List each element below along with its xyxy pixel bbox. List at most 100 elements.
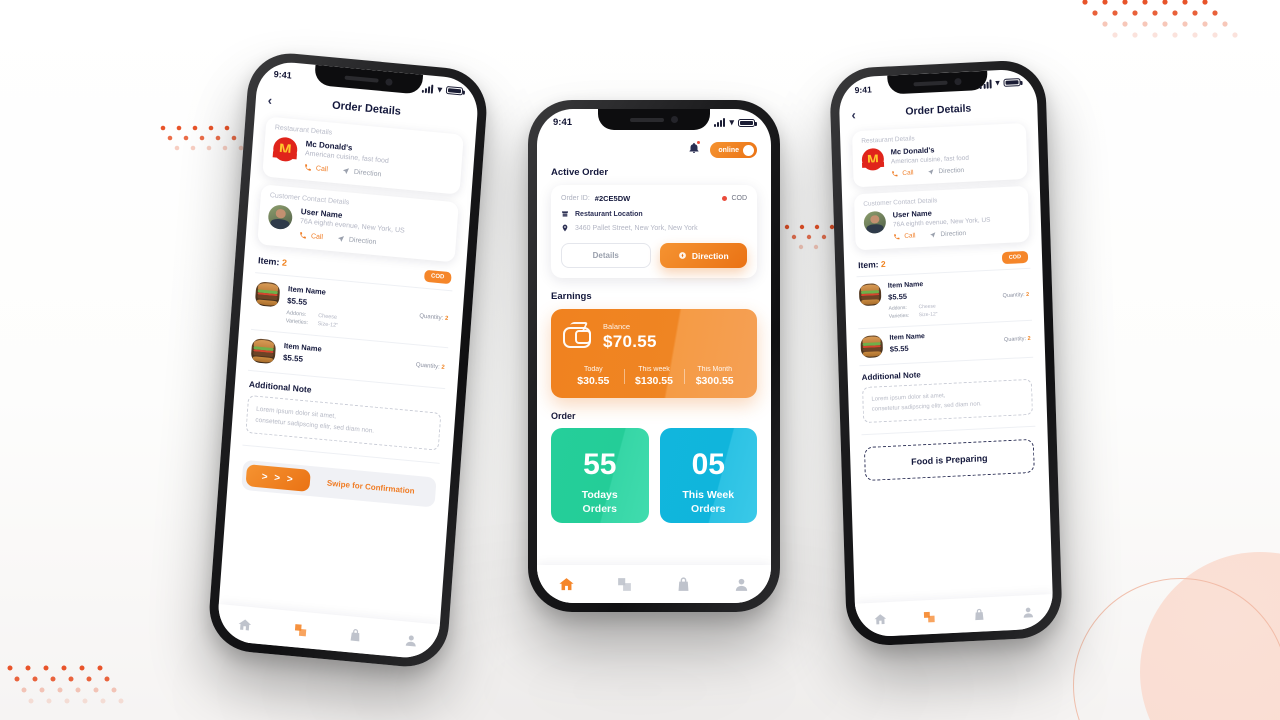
earnings-today-value: $30.55 (577, 375, 610, 387)
earnings-month: This Month $300.55 (684, 366, 745, 387)
restaurant-direction-button[interactable]: Direction (342, 167, 382, 179)
status-time: 9:41 (273, 68, 293, 81)
phone-left-order-details: 9:41 ▾ ‹ Order Details Restaurant Detail… (206, 49, 490, 671)
mcdonalds-logo: M (272, 136, 299, 163)
wifi-icon: ▾ (437, 83, 443, 95)
week-label2: Orders (691, 503, 726, 515)
orders-icon (294, 623, 307, 636)
week-count: 05 (691, 448, 725, 481)
tab-home[interactable] (558, 576, 575, 593)
tab-orders[interactable] (616, 576, 633, 593)
signal-icon (713, 118, 726, 127)
online-toggle-label: online (718, 146, 739, 154)
back-button-icon[interactable]: ‹ (851, 107, 856, 122)
tab-home[interactable] (237, 616, 253, 632)
item-row[interactable]: Item Name $5.55 Addons: Cheese Varieties… (857, 269, 1032, 328)
item-quantity: 2 (1026, 291, 1030, 298)
decoration-dots-bottom-left (4, 662, 154, 712)
battery-icon (445, 85, 464, 96)
item-quantity-label: Quantity: (415, 362, 440, 371)
tab-bag[interactable] (972, 607, 986, 622)
signal-icon (421, 83, 434, 94)
tab-home[interactable] (873, 612, 887, 627)
customer-direction-button[interactable]: Direction (337, 234, 377, 246)
order-id-value: #2CE5DW (594, 194, 631, 203)
tab-orders[interactable] (922, 610, 936, 625)
tab-profile[interactable] (1021, 605, 1035, 620)
swipe-knob[interactable]: > > > (245, 464, 311, 493)
customer-direction-label: Direction (348, 236, 377, 246)
week-label: This Week (682, 489, 735, 501)
swipe-label: Swipe for Confirmation (326, 478, 415, 496)
item-varieties-value: Size-12" (317, 321, 339, 329)
bag-icon (678, 576, 689, 591)
orders-icon (924, 611, 935, 623)
items-label: Item: (257, 255, 280, 268)
earnings-week-label: This week (638, 366, 670, 373)
stat-card-todays[interactable]: 55 Todays Orders (551, 428, 649, 523)
balance-label: Balance (603, 322, 631, 331)
active-order-title: Active Order (551, 167, 609, 178)
stat-card-this-week[interactable]: 05 This Week Orders (659, 428, 757, 523)
item-varieties-value: Size-12" (918, 311, 938, 319)
bottom-tab-bar (216, 604, 440, 661)
tab-profile[interactable] (733, 576, 750, 593)
tab-bag[interactable] (675, 576, 692, 593)
items-count: 2 (281, 257, 288, 268)
customer-direction-button[interactable]: Direction (929, 230, 966, 239)
bag-icon (975, 608, 984, 621)
online-toggle[interactable]: online (710, 142, 757, 158)
earnings-today-label: Today (583, 366, 603, 373)
todays-count: 55 (583, 448, 617, 481)
toggle-knob (743, 144, 754, 156)
item-thumbnail (860, 335, 884, 359)
direction-button[interactable]: Direction (659, 243, 747, 268)
status-icons: ▾ (980, 78, 1021, 89)
decoration-circle-filled (1140, 552, 1280, 720)
item-price: $5.55 (888, 291, 908, 302)
swipe-confirmation-slider[interactable]: > > > Swipe for Confirmation (241, 459, 437, 508)
tab-orders[interactable] (292, 622, 308, 638)
signal-icon (980, 78, 992, 89)
notification-bell-button[interactable] (688, 140, 702, 159)
balance-value: $70.55 (603, 332, 657, 351)
restaurant-address-row: 3460 Pallet Street, New York, New York (561, 224, 747, 232)
app-bar: ‹ Order Details (839, 94, 1037, 126)
phone-icon (892, 171, 898, 177)
restaurant-details-card: Restaurant Details M Mc Donald's America… (262, 116, 464, 195)
bag-icon (350, 628, 360, 641)
tab-bag[interactable] (348, 627, 364, 643)
customer-call-label: Call (904, 232, 916, 240)
customer-call-label: Call (310, 232, 324, 241)
decoration-dots-top-right (1075, 0, 1275, 52)
details-button[interactable]: Details (561, 243, 651, 268)
restaurant-location-row: Restaurant Location (561, 210, 747, 218)
item-quantity-label: Quantity: (1002, 291, 1025, 299)
customer-call-button[interactable]: Call (893, 232, 916, 240)
restaurant-direction-label: Direction (353, 168, 382, 178)
status-time: 9:41 (553, 117, 573, 128)
payment-badge: COD (423, 269, 452, 285)
earnings-title: Earnings (551, 291, 592, 302)
wifi-icon: ▾ (729, 117, 734, 127)
tab-profile[interactable] (403, 632, 419, 648)
restaurant-call-button[interactable]: Call (891, 169, 914, 177)
items-count: 2 (880, 258, 886, 270)
home-icon (559, 577, 574, 590)
restaurant-call-label: Call (902, 169, 914, 177)
restaurant-address: 3460 Pallet Street, New York, New York (575, 224, 698, 232)
status-icons: ▾ (713, 117, 757, 127)
item-addons-label: Addons: (888, 304, 908, 312)
restaurant-call-button[interactable]: Call (304, 163, 329, 173)
preparing-status-banner: Food is Preparing (863, 439, 1035, 482)
earnings-month-value: $300.55 (695, 375, 734, 387)
restaurant-location-label: Restaurant Location (575, 210, 643, 218)
phone-icon (305, 164, 311, 171)
customer-details-card: Customer Contact Details User Name 76A e… (853, 185, 1030, 251)
bottom-tab-bar (537, 565, 771, 603)
additional-note-box[interactable]: Lorem ipsum dolor sit amet, consetetur s… (862, 378, 1033, 424)
customer-call-button[interactable]: Call (299, 231, 324, 241)
restaurant-direction-button[interactable]: Direction (927, 167, 964, 176)
swipe-chevrons: > > > (261, 471, 296, 486)
direction-icon (678, 252, 686, 259)
